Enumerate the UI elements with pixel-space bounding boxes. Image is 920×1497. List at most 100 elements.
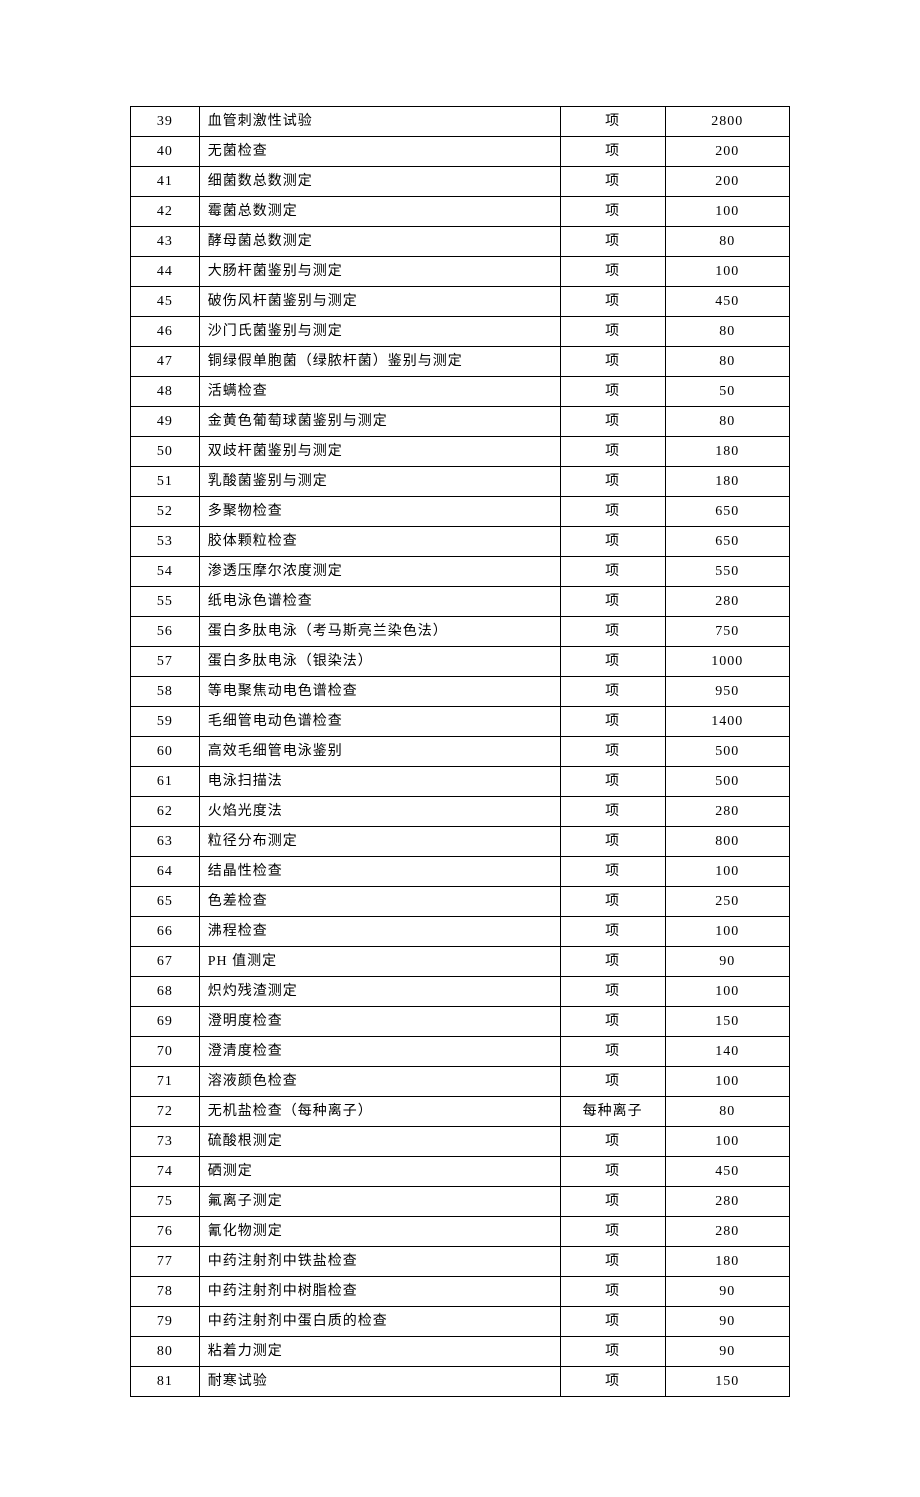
row-number: 65: [131, 887, 200, 917]
table-row: 63粒径分布测定项800: [131, 827, 790, 857]
table-row: 64结晶性检查项100: [131, 857, 790, 887]
unit: 项: [560, 827, 665, 857]
unit: 项: [560, 917, 665, 947]
item-name: 耐寒试验: [199, 1367, 560, 1397]
item-name: 渗透压摩尔浓度测定: [199, 557, 560, 587]
table-body: 39血管刺激性试验项280040无菌检查项20041细菌数总数测定项20042霉…: [131, 107, 790, 1397]
table-row: 72无机盐检查（每种离子）每种离子80: [131, 1097, 790, 1127]
table-row: 52多聚物检查项650: [131, 497, 790, 527]
item-name: 酵母菌总数测定: [199, 227, 560, 257]
table-row: 66沸程检查项100: [131, 917, 790, 947]
row-number: 60: [131, 737, 200, 767]
price: 500: [665, 767, 789, 797]
item-name: 中药注射剂中树脂检查: [199, 1277, 560, 1307]
price: 200: [665, 167, 789, 197]
unit: 项: [560, 1067, 665, 1097]
unit: 项: [560, 1157, 665, 1187]
unit: 项: [560, 947, 665, 977]
unit: 项: [560, 1217, 665, 1247]
price: 80: [665, 407, 789, 437]
price: 450: [665, 287, 789, 317]
item-name: 结晶性检查: [199, 857, 560, 887]
table-row: 40无菌检查项200: [131, 137, 790, 167]
item-name: 无机盐检查（每种离子）: [199, 1097, 560, 1127]
price: 950: [665, 677, 789, 707]
item-name: 色差检查: [199, 887, 560, 917]
table-row: 71溶液颜色检查项100: [131, 1067, 790, 1097]
item-name: 大肠杆菌鉴别与测定: [199, 257, 560, 287]
price: 90: [665, 947, 789, 977]
price: 90: [665, 1337, 789, 1367]
row-number: 70: [131, 1037, 200, 1067]
price: 550: [665, 557, 789, 587]
price: 80: [665, 1097, 789, 1127]
unit: 项: [560, 1337, 665, 1367]
item-name: 炽灼残渣测定: [199, 977, 560, 1007]
price: 150: [665, 1007, 789, 1037]
item-name: 双歧杆菌鉴别与测定: [199, 437, 560, 467]
price: 50: [665, 377, 789, 407]
item-name: 铜绿假单胞菌（绿脓杆菌）鉴别与测定: [199, 347, 560, 377]
row-number: 63: [131, 827, 200, 857]
item-name: 粘着力测定: [199, 1337, 560, 1367]
item-name: 等电聚焦动电色谱检查: [199, 677, 560, 707]
price: 90: [665, 1277, 789, 1307]
row-number: 62: [131, 797, 200, 827]
unit: 项: [560, 857, 665, 887]
price: 280: [665, 587, 789, 617]
item-name: 溶液颜色检查: [199, 1067, 560, 1097]
table-row: 51乳酸菌鉴别与测定项180: [131, 467, 790, 497]
price: 280: [665, 1187, 789, 1217]
item-name: 乳酸菌鉴别与测定: [199, 467, 560, 497]
item-name: 胶体颗粒检查: [199, 527, 560, 557]
price: 650: [665, 497, 789, 527]
item-name: 活螨检查: [199, 377, 560, 407]
unit: 项: [560, 437, 665, 467]
row-number: 71: [131, 1067, 200, 1097]
price: 100: [665, 917, 789, 947]
table-row: 58等电聚焦动电色谱检查项950: [131, 677, 790, 707]
unit: 项: [560, 347, 665, 377]
row-number: 78: [131, 1277, 200, 1307]
item-name: 电泳扫描法: [199, 767, 560, 797]
price: 650: [665, 527, 789, 557]
row-number: 75: [131, 1187, 200, 1217]
row-number: 81: [131, 1367, 200, 1397]
row-number: 56: [131, 617, 200, 647]
table-row: 59毛细管电动色谱检查项1400: [131, 707, 790, 737]
unit: 项: [560, 257, 665, 287]
price: 180: [665, 467, 789, 497]
row-number: 47: [131, 347, 200, 377]
row-number: 68: [131, 977, 200, 1007]
price: 180: [665, 437, 789, 467]
row-number: 61: [131, 767, 200, 797]
unit: 项: [560, 977, 665, 1007]
unit: 项: [560, 467, 665, 497]
price: 250: [665, 887, 789, 917]
row-number: 52: [131, 497, 200, 527]
row-number: 57: [131, 647, 200, 677]
unit: 项: [560, 287, 665, 317]
item-name: 毛细管电动色谱检查: [199, 707, 560, 737]
table-row: 67PH 值测定项90: [131, 947, 790, 977]
row-number: 77: [131, 1247, 200, 1277]
table-row: 50双歧杆菌鉴别与测定项180: [131, 437, 790, 467]
item-name: 细菌数总数测定: [199, 167, 560, 197]
table-row: 48活螨检查项50: [131, 377, 790, 407]
item-name: 氟离子测定: [199, 1187, 560, 1217]
item-name: 多聚物检查: [199, 497, 560, 527]
item-name: 硫酸根测定: [199, 1127, 560, 1157]
table-row: 70澄清度检查项140: [131, 1037, 790, 1067]
row-number: 76: [131, 1217, 200, 1247]
unit: 项: [560, 527, 665, 557]
item-name: 沸程检查: [199, 917, 560, 947]
unit: 项: [560, 107, 665, 137]
table-row: 41细菌数总数测定项200: [131, 167, 790, 197]
unit: 项: [560, 1187, 665, 1217]
row-number: 40: [131, 137, 200, 167]
price: 100: [665, 977, 789, 1007]
unit: 项: [560, 887, 665, 917]
row-number: 41: [131, 167, 200, 197]
table-row: 62火焰光度法项280: [131, 797, 790, 827]
table-row: 68炽灼残渣测定项100: [131, 977, 790, 1007]
